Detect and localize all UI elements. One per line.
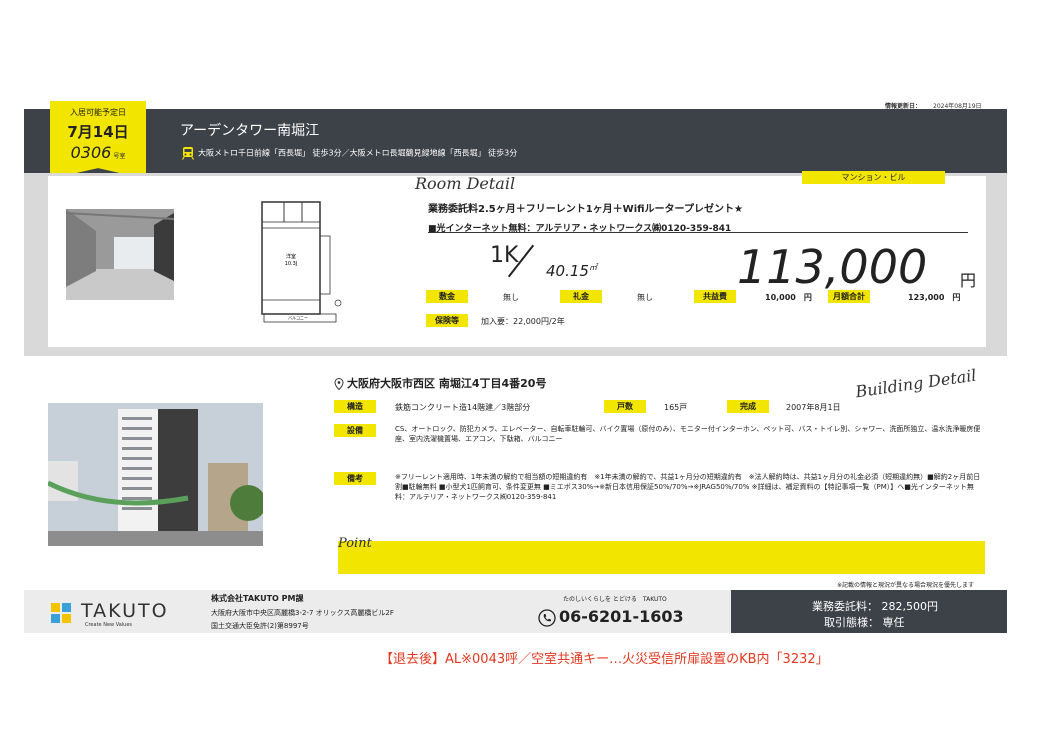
monthly-total-label: 月額合計: [828, 290, 870, 303]
building-photo: [48, 403, 263, 546]
disclaimer-note: ※記載の情報と現況が異なる場合現況を優先します: [837, 582, 975, 589]
service-fee: 業務委託料： 282,500円: [812, 600, 938, 613]
remarks-value: ※フリーレント適用時、1年未満の解約で相当額の短期違約有 ※1年未満の解約で、共…: [395, 473, 981, 501]
rent-unit: 円: [960, 271, 977, 290]
structure-label: 構造: [334, 400, 376, 413]
floorplan-size: 10.3J: [285, 261, 298, 267]
monthly-total-value: 123,000 円: [908, 293, 961, 302]
takuto-logo-mark: [51, 603, 71, 623]
building-name: アーデンタワー南堀江: [180, 123, 320, 139]
room-number: 0306 号室: [70, 143, 126, 162]
layout-type: 1K: [490, 243, 519, 268]
rent-price: 113,000: [737, 240, 928, 294]
license-number: 国土交通大臣免許(2)第8997号: [211, 622, 309, 630]
completed-label: 完成: [727, 400, 769, 413]
company-address: 大阪府大阪市中央区高麗橋3-2-7 オリックス高麗橋ビル2F: [211, 609, 394, 617]
key-money-label: 礼金: [560, 290, 602, 303]
transaction-type: 取引態様： 専任: [824, 616, 905, 629]
floorplan-balcony: バルコニー: [288, 316, 308, 321]
train-icon: [181, 147, 195, 160]
common-fee-label: 共益費: [694, 290, 736, 303]
header-bar: [24, 109, 1007, 173]
deposit-label: 敷金: [426, 290, 468, 303]
equipment-value: CS、オートロック、防犯カメラ、エレベーター、自転車駐輪可、バイク置場（原付のみ…: [395, 425, 981, 443]
building-address: 大阪府大阪市西区 南堀江4丁目4番20号: [334, 375, 546, 391]
deposit-value: 無し: [503, 293, 519, 302]
map-pin-icon: [334, 378, 344, 390]
campaign-text: 業務委託料2.5ヶ月＋フリーレント1ヶ月＋Wifiルータープレゼント★: [428, 204, 743, 215]
point-box: [338, 541, 985, 574]
equipment-label: 設備: [334, 424, 376, 437]
handwritten-remark: 【退去後】AL※0043呼／空室共通キー…火災受信所扉設置のKB内「3232」: [380, 652, 829, 667]
room-photo: [66, 209, 174, 300]
remarks-label: 備考: [334, 472, 376, 485]
move-in-date: 7月14日: [67, 123, 129, 141]
completed-value: 2007年8月1日: [786, 403, 841, 412]
key-money-value: 無し: [637, 293, 653, 302]
badge-label: 入居可能予定日: [70, 108, 126, 117]
common-fee-value: 10,000 円: [765, 293, 812, 302]
point-title: Point: [338, 536, 372, 551]
floorplan-room: 洋室: [286, 253, 296, 260]
floor-area: 40.15㎡: [546, 262, 597, 280]
station-info: 大阪メトロ千日前線「西長堀」 徒歩3分／大阪メトロ長堀鶴見緑地線「西長堀」 徒歩…: [181, 146, 517, 160]
structure-value: 鉄筋コンクリート造14階建／3階部分: [395, 403, 531, 412]
divider: [428, 232, 968, 233]
insurance-value: 加入要：22,000円/2年: [481, 317, 565, 326]
move-in-badge: 入居可能予定日 7月14日 0306 号室: [50, 101, 146, 179]
insurance-label: 保険等: [426, 314, 468, 327]
units-label: 戸数: [604, 400, 646, 413]
units-value: 165戸: [664, 403, 688, 412]
takuto-logo-text: TAKUTO: [81, 600, 169, 622]
footer-tagline: たのしいくらしを とどける TAKUTO: [563, 596, 667, 603]
phone-number[interactable]: 06-6201-1603: [538, 607, 684, 627]
logo-tagline: Create New Values: [85, 622, 133, 628]
building-detail-title: Building Detail: [854, 365, 978, 402]
property-type-tag: マンション・ビル: [802, 171, 945, 184]
phone-icon: [538, 608, 556, 627]
company-name: 株式会社TAKUTO PM課: [211, 594, 304, 603]
floorplan-image: 洋室 10.3J バルコニー: [261, 201, 342, 323]
room-detail-title: Room Detail: [415, 174, 516, 193]
